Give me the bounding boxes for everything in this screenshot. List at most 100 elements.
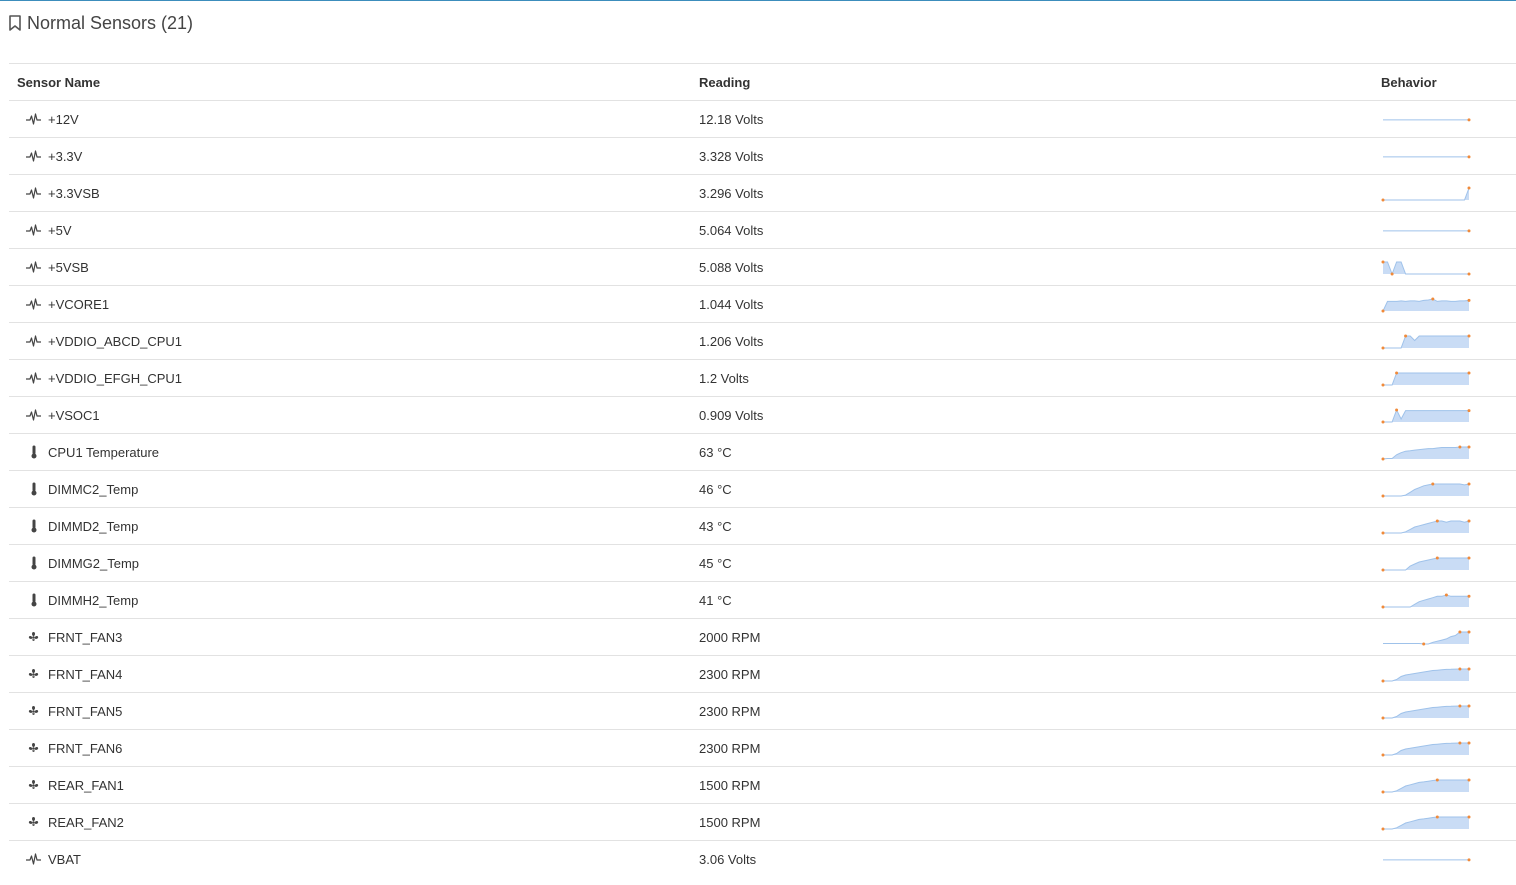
table-row[interactable]: +3.3VSB 3.296 Volts [9,174,1516,211]
sensor-reading: 0.909 Volts [699,407,764,423]
sparkline-marker [1431,297,1435,301]
sensor-name-cell: FRNT_FAN4 [9,667,699,682]
sensor-behavior-cell [1381,813,1516,831]
table-row[interactable]: +VCORE1 1.044 Volts [9,285,1516,322]
column-header-name[interactable]: Sensor Name [9,75,699,90]
sparkline-area [1383,669,1469,681]
sparkline-marker [1467,815,1471,819]
sparkline [1381,260,1471,276]
sparkline-marker [1381,457,1385,461]
fan-icon [26,778,41,792]
sparkline-marker [1381,260,1385,264]
sensor-name-cell: REAR_FAN1 [9,778,699,793]
sparkline-line [1383,187,1470,201]
sparkline-marker [1467,445,1471,449]
sensor-name: CPU1 Temperature [48,444,160,460]
sparkline-marker [1381,568,1385,572]
table-row[interactable]: FRNT_FAN6 2300 RPM [9,729,1516,766]
sensor-behavior-cell [1381,850,1516,868]
sensor-reading: 43 °C [699,518,732,534]
thermometer-icon [26,519,41,533]
table-row[interactable]: DIMMD2_Temp 43 °C [9,507,1516,544]
sparkline [1381,297,1471,313]
sparkline-marker [1381,827,1385,831]
sparkline-marker [1395,408,1399,412]
sparkline-marker [1435,778,1439,782]
sparkline-marker [1467,667,1471,671]
table-row[interactable]: FRNT_FAN4 2300 RPM [9,655,1516,692]
sparkline [1381,334,1471,350]
pulse-icon [26,371,41,385]
table-row[interactable]: CPU1 Temperature 63 °C [9,433,1516,470]
sensor-name-cell: +3.3V [9,149,699,164]
fan-icon [26,704,41,718]
fan-icon [26,630,41,644]
table-row[interactable]: +5V 5.064 Volts [9,211,1516,248]
sparkline [1381,704,1471,720]
table-row[interactable]: DIMMG2_Temp 45 °C [9,544,1516,581]
column-header-behavior[interactable]: Behavior [1381,75,1516,90]
sparkline [1381,408,1471,424]
table-row[interactable]: REAR_FAN2 1500 RPM [9,803,1516,840]
pulse-icon [26,186,41,200]
sparkline-marker [1381,531,1385,535]
table-row[interactable]: +VDDIO_ABCD_CPU1 1.206 Volts [9,322,1516,359]
sparkline-marker [1381,679,1385,683]
sensor-reading: 3.296 Volts [699,185,764,201]
table-row[interactable]: +VSOC1 0.909 Volts [9,396,1516,433]
sensor-name: +5VSB [48,259,89,275]
sensor-reading: 5.088 Volts [699,259,764,275]
sparkline-area [1383,336,1469,348]
column-header-reading[interactable]: Reading [699,75,1381,90]
sensor-name: +VDDIO_EFGH_CPU1 [48,370,183,386]
table-row[interactable]: REAR_FAN1 1500 RPM [9,766,1516,803]
sensor-name: +VDDIO_ABCD_CPU1 [48,333,183,349]
table-row[interactable]: +5VSB 5.088 Volts [9,248,1516,285]
table-row[interactable]: FRNT_FAN3 2000 RPM [9,618,1516,655]
sparkline [1381,186,1471,202]
table-row[interactable]: DIMMC2_Temp 46 °C [9,470,1516,507]
table-row[interactable]: +3.3V 3.328 Volts [9,137,1516,174]
sparkline-marker [1467,704,1471,708]
sparkline-marker [1458,630,1462,634]
sparkline-area [1383,558,1469,570]
table-row[interactable]: VBAT 3.06 Volts [9,840,1516,877]
sparkline [1381,556,1471,572]
sensor-reading: 1.044 Volts [699,296,764,312]
sensor-reading: 1.206 Volts [699,333,764,349]
sparkline-marker [1467,229,1471,233]
sensor-name: +VCORE1 [48,296,110,312]
sensor-behavior-cell [1381,776,1516,794]
table-row[interactable]: DIMMH2_Temp 41 °C [9,581,1516,618]
sensor-behavior-cell [1381,554,1516,572]
sparkline-marker [1467,186,1471,190]
sparkline-marker [1467,778,1471,782]
sensor-reading: 3.328 Volts [699,148,764,164]
sensor-reading: 1500 RPM [699,814,761,830]
sparkline-area [1383,188,1469,200]
sensor-reading: 41 °C [699,592,732,608]
sparkline-marker [1381,346,1385,350]
sensor-behavior-cell [1381,591,1516,609]
sparkline-marker [1381,716,1385,720]
pulse-icon [26,260,41,274]
sparkline-area [1383,743,1469,755]
table-row[interactable]: +12V 12.18 Volts [9,100,1516,137]
sensor-name: +12V [48,111,79,127]
sensor-behavior-cell [1381,184,1516,202]
sensor-name-cell: +VSOC1 [9,408,699,423]
sensor-name: DIMMD2_Temp [48,518,139,534]
table-row[interactable]: +VDDIO_EFGH_CPU1 1.2 Volts [9,359,1516,396]
sparkline-marker [1467,556,1471,560]
sensors-table: Sensor Name Reading Behavior +12V 12.18 V… [9,63,1516,877]
sensor-behavior-cell [1381,332,1516,350]
sensor-behavior-cell [1381,147,1516,165]
sparkline [1383,118,1471,122]
sensor-name-cell: DIMMH2_Temp [9,593,699,608]
sparkline [1381,445,1471,461]
sensor-name: FRNT_FAN3 [48,629,123,645]
sensor-name: FRNT_FAN5 [48,703,123,719]
table-body: +12V 12.18 Volts +3.3V 3.328 Volts +3.3VSB 3.… [9,100,1516,877]
table-row[interactable]: FRNT_FAN5 2300 RPM [9,692,1516,729]
sparkline-marker [1422,642,1426,646]
